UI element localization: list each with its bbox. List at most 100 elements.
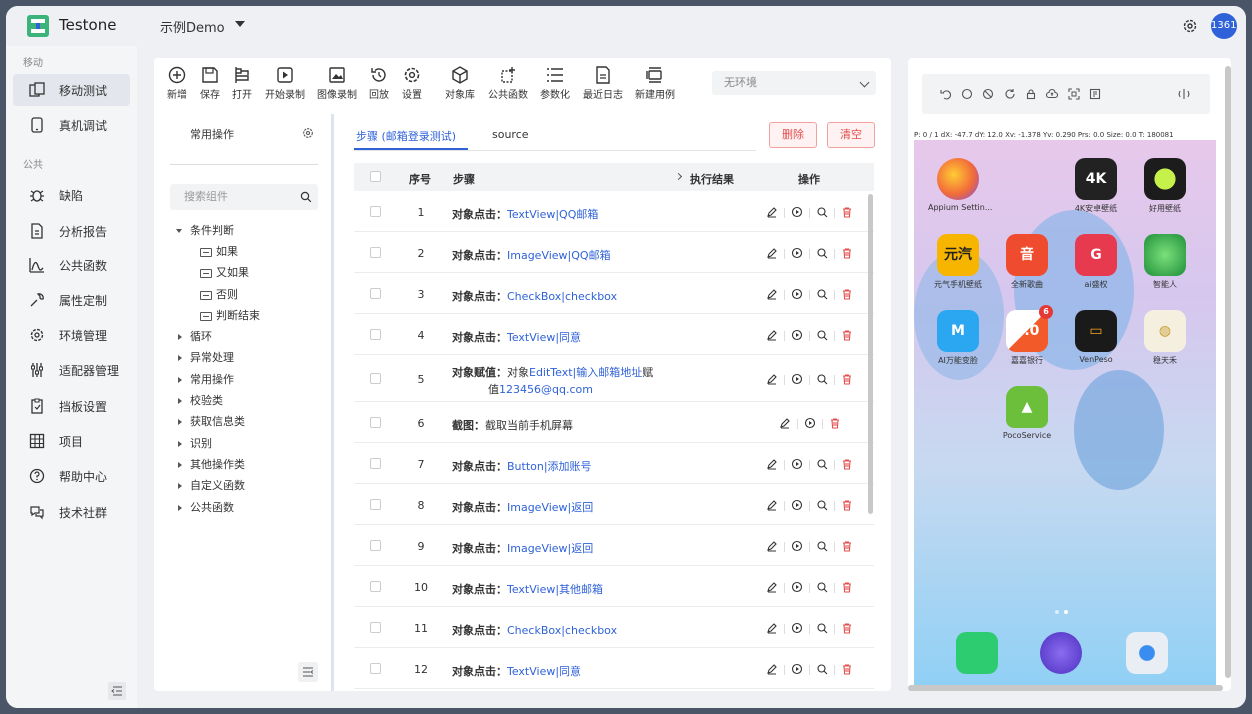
app-smart-person[interactable]: 智能人 [1135, 234, 1195, 290]
search-icon[interactable] [816, 329, 828, 341]
table-row[interactable]: 4 对象点击：TextView|同意 [354, 314, 874, 355]
collapse-sidebar-icon[interactable] [108, 682, 126, 700]
run-icon[interactable] [791, 622, 803, 634]
row-checkbox[interactable] [370, 663, 381, 674]
run-icon[interactable] [804, 417, 816, 429]
device-horizontal-scrollbar[interactable] [908, 685, 1223, 691]
run-icon[interactable] [791, 206, 803, 218]
steps-scrollbar[interactable] [868, 194, 873, 514]
search-icon[interactable] [816, 288, 828, 300]
app-music[interactable]: 音 全新歌曲 [997, 234, 1057, 290]
undo-icon[interactable] [940, 88, 952, 100]
split-view-icon[interactable] [1178, 88, 1190, 100]
app-wentianhe[interactable]: ◍ 稳天禾 [1135, 310, 1195, 366]
tree-node-common[interactable]: 常用操作 [178, 371, 234, 387]
trash-icon[interactable] [829, 417, 841, 429]
trash-icon[interactable] [841, 329, 853, 341]
edit-icon[interactable] [766, 663, 778, 675]
run-icon[interactable] [791, 329, 803, 341]
avatar[interactable]: 13616 [1211, 13, 1237, 39]
toolbar-open-button[interactable]: 打开 [231, 66, 253, 101]
tree-node-public-function[interactable]: 公共函数 [178, 499, 234, 515]
app-bank[interactable]: 4.0 6 嘉嘉银行 [997, 305, 1057, 366]
phone-dial-icon[interactable] [956, 632, 998, 674]
search-icon[interactable] [816, 663, 828, 675]
tab-source[interactable]: source [492, 128, 529, 141]
edit-icon[interactable] [766, 458, 778, 470]
tree-leaf-if[interactable]: 如果 [200, 243, 238, 259]
cloud-upload-icon[interactable] [1046, 88, 1058, 100]
trash-icon[interactable] [841, 247, 853, 259]
gear-icon[interactable] [302, 127, 314, 139]
row-checkbox[interactable] [370, 329, 381, 340]
toolbar-save-button[interactable]: 保存 [199, 66, 221, 101]
table-row[interactable]: 3 对象点击：CheckBox|checkbox [354, 273, 874, 314]
edit-icon[interactable] [766, 499, 778, 511]
browser-icon[interactable] [1040, 632, 1082, 674]
search-icon[interactable] [816, 499, 828, 511]
caret-down-icon[interactable] [235, 21, 245, 27]
sidebar-item-env[interactable]: 环境管理 [13, 319, 130, 351]
tree-node-exception[interactable]: 异常处理 [178, 349, 234, 365]
tree-leaf-end-if[interactable]: 判断结束 [200, 307, 260, 323]
sidebar-item-help[interactable]: 帮助中心 [13, 460, 130, 492]
delete-button[interactable]: 删除 [769, 122, 817, 148]
app-venpeso[interactable]: ▭ VenPeso [1066, 310, 1126, 364]
tree-node-loop[interactable]: 循环 [178, 328, 212, 344]
table-row[interactable]: 11 对象点击：CheckBox|checkbox [354, 607, 874, 648]
table-row[interactable]: 9 对象点击：ImageView|返回 [354, 525, 874, 566]
sidebar-item-mobile-test[interactable]: 移动测试 [13, 74, 130, 106]
sidebar-item-adapter[interactable]: 适配器管理 [13, 354, 130, 386]
search-icon[interactable] [816, 373, 828, 385]
screenshot-icon[interactable] [1068, 88, 1080, 100]
edit-icon[interactable] [766, 581, 778, 593]
trash-icon[interactable] [841, 206, 853, 218]
run-icon[interactable] [791, 663, 803, 675]
edit-icon[interactable] [766, 329, 778, 341]
tree-node-recognize[interactable]: 识别 [178, 435, 212, 451]
toolbar-replay-button[interactable]: 回放 [368, 66, 390, 101]
row-checkbox[interactable] [370, 499, 381, 510]
edit-icon[interactable] [766, 206, 778, 218]
trash-icon[interactable] [841, 540, 853, 552]
sidebar-item-property[interactable]: 属性定制 [13, 284, 130, 316]
edit-icon[interactable] [766, 247, 778, 259]
tree-node-custom-function[interactable]: 自定义函数 [178, 477, 245, 493]
sidebar-item-function[interactable]: 公共函数 [13, 249, 130, 281]
run-icon[interactable] [791, 288, 803, 300]
app-ai[interactable]: G ai盛权 [1066, 234, 1126, 290]
toolbar-new-case-button[interactable]: 新建用例 [634, 66, 676, 101]
table-row[interactable]: 8 对象点击：ImageView|返回 [354, 484, 874, 525]
run-icon[interactable] [791, 499, 803, 511]
chevron-right-icon[interactable] [674, 172, 683, 181]
toolbar-recent-log-button[interactable]: 最近日志 [582, 66, 624, 101]
row-checkbox[interactable] [370, 247, 381, 258]
row-checkbox[interactable] [370, 417, 381, 428]
sidebar-item-baffle[interactable]: 挡板设置 [13, 390, 130, 422]
tree-node-condition[interactable]: 条件判断 [176, 222, 234, 238]
search-icon[interactable] [816, 581, 828, 593]
sidebar-item-community[interactable]: 技术社群 [13, 496, 130, 528]
search-icon[interactable] [816, 458, 828, 470]
trash-icon[interactable] [841, 458, 853, 470]
collapse-panel-icon[interactable] [298, 662, 318, 682]
table-row[interactable]: 1 对象点击：TextView|QQ邮箱 [354, 191, 874, 232]
app-ai-face[interactable]: M AI万能变脸 [928, 310, 988, 366]
trash-icon[interactable] [841, 373, 853, 385]
table-row[interactable]: 2 对象点击：ImageView|QQ邮箱 [354, 232, 874, 273]
sidebar-item-device-debug[interactable]: 真机调试 [13, 109, 130, 141]
search-icon[interactable] [816, 206, 828, 218]
run-icon[interactable] [791, 247, 803, 259]
app-yuanqi[interactable]: 元汽 元气手机壁纸 [928, 234, 988, 290]
search-icon[interactable] [816, 622, 828, 634]
toolbar-public-function-button[interactable]: 公共函数 [487, 66, 529, 101]
gear-icon[interactable] [1182, 18, 1198, 34]
home-circle-icon[interactable] [961, 88, 973, 100]
trash-icon[interactable] [841, 663, 853, 675]
edit-icon[interactable] [766, 540, 778, 552]
toolbar-settings-button[interactable]: 设置 [401, 66, 423, 101]
row-checkbox[interactable] [370, 373, 381, 384]
sidebar-item-bug[interactable]: 缺陷 [13, 179, 130, 211]
row-checkbox[interactable] [370, 458, 381, 469]
table-row[interactable]: 12 对象点击：TextView|同意 [354, 648, 874, 689]
